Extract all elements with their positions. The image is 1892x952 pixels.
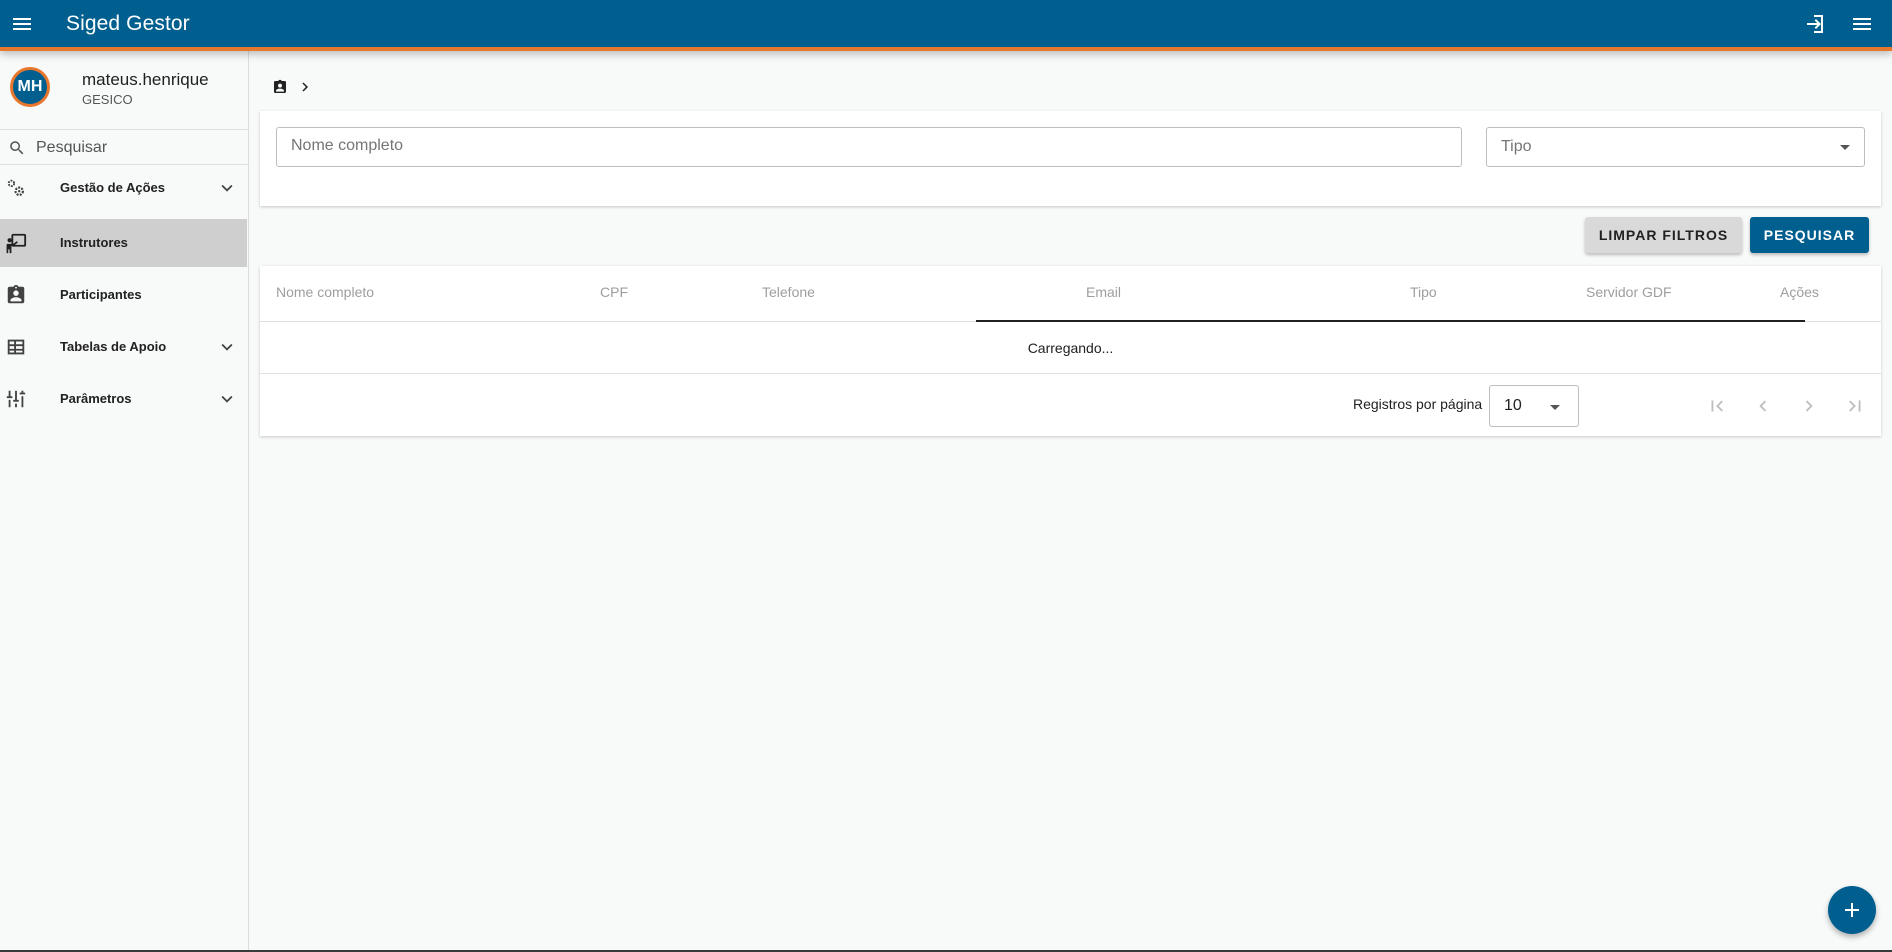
rows-per-page-select[interactable]: 10	[1489, 385, 1579, 427]
badge-icon[interactable]	[272, 79, 288, 100]
chevron-right-icon	[1805, 400, 1813, 412]
caret-down-icon	[1840, 145, 1850, 150]
search-icon	[10, 141, 24, 155]
menu-icon	[13, 18, 31, 30]
previous-page-button[interactable]	[1751, 394, 1775, 418]
sidebar: MH mateus.henrique GESICO Gestão de Açõe…	[0, 51, 249, 950]
rows-per-page-value: 10	[1504, 397, 1522, 414]
sidebar-item-label: Tabelas de Apoio	[60, 339, 167, 354]
sidebar-item-participantes[interactable]: Participantes	[0, 271, 247, 319]
chevron-down-icon	[216, 177, 238, 204]
app-root: Siged Gestor MH mateus.henrique GESICO G…	[0, 0, 1892, 950]
table-icon	[5, 336, 27, 358]
options-menu-button[interactable]	[1840, 2, 1884, 46]
logout-icon	[1807, 15, 1823, 33]
last-page-icon	[1849, 400, 1861, 412]
column-header-email[interactable]: Email	[1086, 284, 1121, 300]
type-placeholder: Tipo	[1501, 138, 1532, 155]
sidebar-item-label: Participantes	[60, 287, 142, 302]
caret-down-icon	[1550, 405, 1560, 410]
logout-button[interactable]	[1792, 2, 1836, 46]
clear-filters-button[interactable]: LIMPAR FILTROS	[1585, 217, 1742, 253]
chevron-down-icon	[216, 388, 238, 415]
column-header-nome[interactable]: Nome completo	[276, 284, 374, 300]
column-header-telefone[interactable]: Telefone	[762, 284, 815, 300]
column-header-servidor-gdf[interactable]: Servidor GDF	[1586, 284, 1672, 300]
search-button[interactable]: PESQUISAR	[1750, 217, 1869, 253]
gears-icon	[5, 177, 27, 199]
sidebar-item-tabelas-apoio[interactable]: Tabelas de Apoio	[0, 323, 247, 371]
results-table: Nome completo CPF Telefone Email Tipo Se…	[260, 266, 1881, 436]
loading-progress-bar	[976, 320, 1805, 322]
menu-icon	[1853, 18, 1871, 30]
next-page-button[interactable]	[1797, 394, 1821, 418]
sidebar-search	[0, 129, 249, 165]
last-page-button[interactable]	[1843, 394, 1867, 418]
rows-per-page-label: Registros por página	[1353, 396, 1483, 412]
chevron-left-icon	[1759, 400, 1767, 412]
badge-icon	[5, 284, 27, 306]
sidebar-item-label: Gestão de Ações	[60, 180, 166, 195]
user-org: GESICO	[82, 92, 133, 107]
menu-button[interactable]	[0, 2, 44, 46]
chevron-right-icon	[296, 78, 314, 101]
sliders-icon	[5, 388, 27, 410]
loading-text: Carregando...	[1027, 340, 1114, 356]
app-title: Siged Gestor	[66, 12, 190, 35]
row-divider	[260, 373, 1881, 374]
sidebar-item-parametros[interactable]: Parâmetros	[0, 375, 247, 423]
filter-card: Tipo	[260, 111, 1881, 206]
name-field[interactable]	[276, 127, 1462, 167]
instructor-icon	[5, 232, 27, 254]
first-page-button[interactable]	[1705, 394, 1729, 418]
sidebar-item-label: Parâmetros	[60, 391, 132, 406]
type-select[interactable]: Tipo	[1486, 127, 1865, 167]
sidebar-item-instrutores[interactable]: Instrutores	[0, 219, 247, 267]
sidebar-item-label: Instrutores	[60, 235, 128, 250]
sidebar-item-gestao-acoes[interactable]: Gestão de Ações	[0, 164, 247, 212]
add-instructor-button[interactable]	[1828, 886, 1876, 934]
sidebar-search-input[interactable]	[36, 135, 236, 161]
column-header-tipo[interactable]: Tipo	[1410, 284, 1437, 300]
avatar: MH	[10, 67, 50, 107]
column-header-cpf[interactable]: CPF	[600, 284, 628, 300]
breadcrumb	[272, 78, 314, 101]
user-card: MH mateus.henrique GESICO	[0, 63, 249, 113]
user-name: mateus.henrique	[82, 70, 209, 89]
first-page-icon	[1711, 400, 1723, 412]
column-header-acoes: Ações	[1780, 284, 1819, 300]
name-input[interactable]	[291, 137, 1357, 155]
top-toolbar: Siged Gestor	[0, 0, 1892, 51]
chevron-down-icon	[216, 336, 238, 363]
plus-icon	[1845, 903, 1859, 917]
